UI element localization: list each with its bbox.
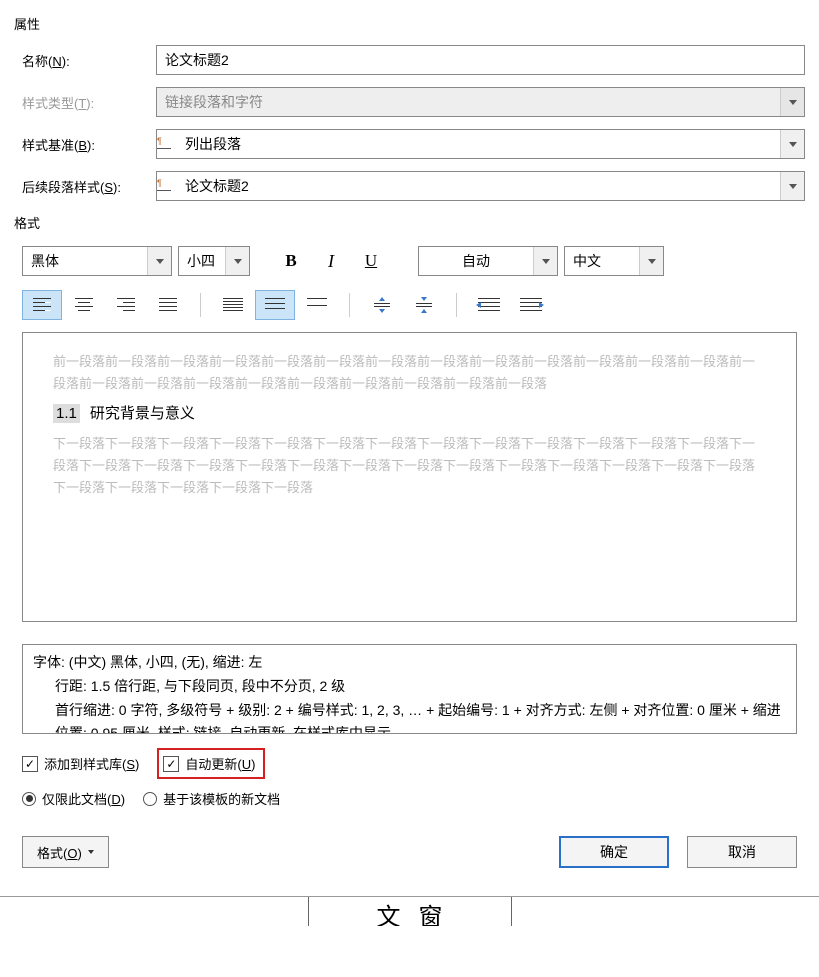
- space-before-button[interactable]: [362, 290, 402, 320]
- name-input[interactable]: [156, 45, 805, 75]
- size-value: 小四: [179, 251, 225, 271]
- preview-sample: 1.1 研究背景与意义: [53, 401, 766, 427]
- template-doc-radio[interactable]: 基于该模板的新文档: [143, 789, 280, 808]
- auto-update-checkbox[interactable]: ✓ 自动更新(U): [163, 754, 255, 773]
- checkbox-icon: ✓: [163, 756, 179, 772]
- lang-select[interactable]: 中文: [564, 246, 664, 276]
- color-value: 自动: [419, 251, 533, 271]
- preview-before-text: 前一段落前一段落前一段落前一段落前一段落前一段落前一段落前一段落前一段落前一段落…: [53, 351, 766, 395]
- basedon-label: 样式基准(B):: [14, 135, 156, 154]
- desc-line-3: 首行缩进: 0 字符, 多级符号 + 级别: 2 + 编号样式: 1, 2, 3…: [33, 699, 786, 734]
- line-spacing-1-button[interactable]: [213, 290, 253, 320]
- chevron-down-icon[interactable]: [780, 130, 804, 158]
- template-doc-label: 基于该模板的新文档: [163, 789, 280, 808]
- underline-button[interactable]: U: [354, 246, 388, 276]
- style-type-combo: 链接段落和字符: [156, 87, 805, 117]
- chevron-down-icon[interactable]: [225, 247, 249, 275]
- separator: [200, 293, 201, 317]
- style-type-value: 链接段落和字符: [157, 92, 780, 112]
- cancel-button[interactable]: 取消: [687, 836, 797, 868]
- increase-indent-button[interactable]: [511, 290, 551, 320]
- basedon-value: 列出段落: [177, 134, 780, 154]
- decrease-indent-button[interactable]: [469, 290, 509, 320]
- align-left-button[interactable]: [22, 290, 62, 320]
- bold-button[interactable]: B: [274, 246, 308, 276]
- preview-box: 前一段落前一段落前一段落前一段落前一段落前一段落前一段落前一段落前一段落前一段落…: [22, 332, 797, 622]
- align-justify-button[interactable]: [148, 290, 188, 320]
- chevron-down-icon: [780, 88, 804, 116]
- chevron-down-icon[interactable]: [147, 247, 171, 275]
- only-this-doc-radio[interactable]: 仅限此文档(D): [22, 789, 125, 808]
- separator: [456, 293, 457, 317]
- desc-line-2: 行距: 1.5 倍行距, 与下段同页, 段中不分页, 2 级: [33, 675, 786, 699]
- format-dropdown-button[interactable]: 格式(O): [22, 836, 109, 868]
- style-type-label: 样式类型(T):: [14, 93, 156, 112]
- add-to-library-label: 添加到样式库(S): [44, 754, 139, 773]
- italic-button[interactable]: I: [314, 246, 348, 276]
- checkbox-icon: ✓: [22, 756, 38, 772]
- properties-title: 属性: [14, 14, 805, 33]
- size-select[interactable]: 小四: [178, 246, 250, 276]
- next-style-value: 论文标题2: [177, 176, 780, 196]
- add-to-library-checkbox[interactable]: ✓ 添加到样式库(S): [22, 754, 139, 773]
- preview-sample-num: 1.1: [53, 404, 80, 423]
- background-doc: 文窗: [0, 896, 819, 926]
- chevron-down-icon[interactable]: [780, 172, 804, 200]
- align-center-button[interactable]: [64, 290, 104, 320]
- only-this-doc-label: 仅限此文档(D): [42, 789, 125, 808]
- next-style-label: 后续段落样式(S):: [14, 177, 156, 196]
- line-spacing-15-button[interactable]: [255, 290, 295, 320]
- ok-button[interactable]: 确定: [559, 836, 669, 868]
- next-style-combo[interactable]: 论文标题2: [156, 171, 805, 201]
- space-after-button[interactable]: [404, 290, 444, 320]
- format-title: 格式: [14, 213, 805, 232]
- radio-icon: [143, 792, 157, 806]
- desc-line-1: 字体: (中文) 黑体, 小四, (无), 缩进: 左: [33, 651, 786, 675]
- line-spacing-2-button[interactable]: [297, 290, 337, 320]
- description-box[interactable]: 字体: (中文) 黑体, 小四, (无), 缩进: 左 行距: 1.5 倍行距,…: [22, 644, 797, 734]
- lang-value: 中文: [565, 251, 639, 271]
- color-select[interactable]: 自动: [418, 246, 558, 276]
- auto-update-highlight: ✓ 自动更新(U): [157, 748, 265, 779]
- basedon-combo[interactable]: 列出段落: [156, 129, 805, 159]
- name-label: 名称(N):: [14, 51, 156, 70]
- chevron-down-icon: [88, 850, 94, 854]
- paragraph-icon: [157, 181, 171, 191]
- auto-update-label: 自动更新(U): [185, 754, 255, 773]
- font-select[interactable]: 黑体: [22, 246, 172, 276]
- radio-icon: [22, 792, 36, 806]
- chevron-down-icon[interactable]: [533, 247, 557, 275]
- preview-sample-text: 研究背景与意义: [90, 405, 195, 422]
- chevron-down-icon[interactable]: [639, 247, 663, 275]
- paragraph-icon: [157, 139, 171, 149]
- separator: [349, 293, 350, 317]
- font-value: 黑体: [23, 251, 147, 271]
- align-right-button[interactable]: [106, 290, 146, 320]
- preview-after-text: 下一段落下一段落下一段落下一段落下一段落下一段落下一段落下一段落下一段落下一段落…: [53, 433, 766, 499]
- background-doc-text: 文窗: [308, 897, 512, 926]
- format-dropdown-label: 格式(O): [37, 843, 82, 862]
